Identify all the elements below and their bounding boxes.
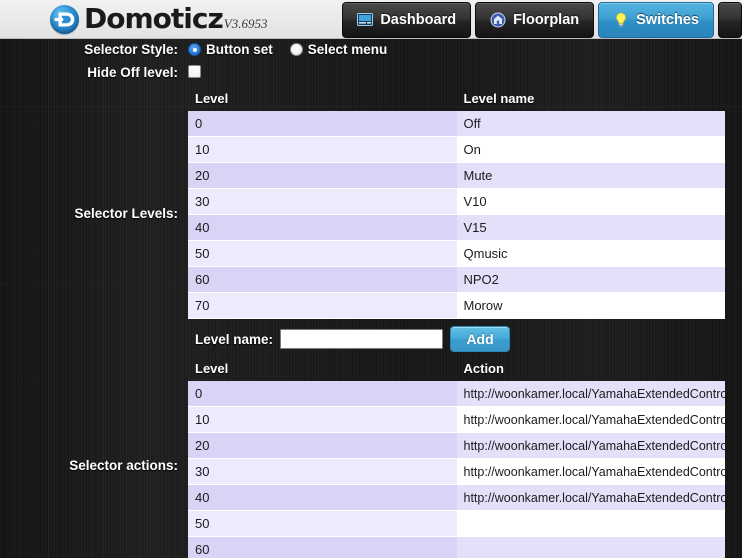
table-row[interactable]: 20 http://woonkamer.local/YamahaExtendedC… <box>188 432 725 459</box>
table-row[interactable]: 50 <box>188 510 725 537</box>
cell-level: 10 <box>188 406 457 433</box>
add-level-row: Level name: Add <box>188 319 742 358</box>
hide-off-level-checkbox[interactable] <box>188 65 201 78</box>
cell-action: http://woonkamer.local/YamahaExtendedCon… <box>456 432 725 459</box>
selector-actions-field: Level Action 0 http://woonkamer.local/Yam… <box>188 358 742 558</box>
table-header-row: Level Action <box>188 358 725 381</box>
table-row[interactable]: 10 http://woonkamer.local/YamahaExtendedC… <box>188 406 725 433</box>
brand-name: Domoticz <box>84 1 224 35</box>
table-row[interactable]: 0 http://woonkamer.local/YamahaExtendedCo… <box>188 381 725 407</box>
cell-level-name: On <box>456 136 725 163</box>
cell-level: 0 <box>188 111 457 137</box>
cell-action: http://woonkamer.local/YamahaExtendedCon… <box>456 381 725 407</box>
nav-button-overflow[interactable] <box>718 2 742 38</box>
cell-level: 10 <box>188 136 457 163</box>
radio-button-set[interactable] <box>188 43 201 56</box>
cell-level: 70 <box>188 292 457 319</box>
cell-level: 60 <box>188 266 457 293</box>
selector-style-field: Button set Select menu <box>188 42 742 57</box>
cell-level: 60 <box>188 536 457 558</box>
cell-level: 20 <box>188 162 457 189</box>
cell-action: http://woonkamer.local/YamahaExtendedCon… <box>456 406 725 433</box>
selector-style-row: Selector Style: Button set Select menu <box>0 42 742 57</box>
table-row[interactable]: 60 NPO2 <box>188 266 725 293</box>
table-row[interactable]: 30 V10 <box>188 188 725 215</box>
selector-actions-table: Level Action 0 http://woonkamer.local/Yam… <box>188 358 725 558</box>
selector-style-label: Selector Style: <box>84 42 178 57</box>
selector-levels-row: Selector Levels: Level Level name 0 Off 10… <box>0 88 742 358</box>
cell-level-name: Morow <box>456 292 725 319</box>
domoticz-logo-icon <box>50 4 79 34</box>
level-name-input[interactable] <box>280 329 444 349</box>
table-row[interactable]: 10 On <box>188 136 725 163</box>
add-level-button[interactable]: Add <box>450 326 511 352</box>
cell-level: 20 <box>188 432 457 459</box>
cell-level-name: V10 <box>456 188 725 215</box>
brand-version: V3.6953 <box>223 15 268 31</box>
table-row[interactable]: 20 Mute <box>188 162 725 189</box>
selector-style-radio-group: Button set Select menu <box>188 42 742 57</box>
top-bar: Domoticz V3.6953 Dashboard Floorplan Swi… <box>0 0 742 39</box>
selector-actions-label: Selector actions: <box>69 458 178 473</box>
selector-actions-row: Selector actions: Level Action 0 http://w… <box>0 358 742 558</box>
cell-level: 40 <box>188 214 457 241</box>
dashboard-icon <box>357 12 374 28</box>
cell-level-name: Off <box>456 111 725 137</box>
nav-button-label: Dashboard <box>380 12 457 28</box>
nav-button-label: Switches <box>636 12 699 28</box>
column-header-level: Level <box>195 361 229 376</box>
cell-level: 40 <box>188 484 457 511</box>
selector-levels-label: Selector Levels: <box>74 206 178 221</box>
selector-levels-table: Level Level name 0 Off 10 On 20 Mute 30 V10 40 V1… <box>188 88 725 319</box>
table-row[interactable]: 30 http://woonkamer.local/YamahaExtendedC… <box>188 458 725 485</box>
cell-action <box>456 510 725 537</box>
brand: Domoticz V3.6953 <box>50 1 268 35</box>
page-root: Domoticz V3.6953 Dashboard Floorplan Swi… <box>0 0 742 558</box>
cell-level: 0 <box>188 381 457 407</box>
cell-level-name: Qmusic <box>456 240 725 267</box>
table-row[interactable]: 40 http://woonkamer.local/YamahaExtendedC… <box>188 484 725 511</box>
table-body: 0 Off 10 On 20 Mute 30 V10 40 V15 50 Qmusic 60 NPO2 70… <box>188 111 725 319</box>
hide-off-level-label: Hide Off level: <box>87 65 178 80</box>
selector-levels-field: Level Level name 0 Off 10 On 20 Mute 30 V10 40 V1… <box>188 88 742 358</box>
add-level-caption: Level name: <box>195 331 274 347</box>
cell-level-name: V15 <box>456 214 725 241</box>
cell-level-name: NPO2 <box>456 266 725 293</box>
table-header-row: Level Level name <box>188 88 725 111</box>
table-head: Level Level name <box>188 88 725 111</box>
nav-button-label: Floorplan <box>513 12 580 28</box>
main-nav: Dashboard Floorplan Switches <box>342 2 742 38</box>
nav-button-dashboard[interactable]: Dashboard <box>342 2 472 38</box>
radio-button-set-label: Button set <box>206 42 273 57</box>
table-row[interactable]: 70 Morow <box>188 292 725 319</box>
radio-select-menu[interactable] <box>289 43 303 56</box>
table-row[interactable]: 60 <box>188 536 725 558</box>
table-head: Level Action <box>188 358 725 381</box>
hide-off-level-field <box>188 65 742 78</box>
nav-button-switches[interactable]: Switches <box>598 2 714 38</box>
nav-button-floorplan[interactable]: Floorplan <box>475 2 595 38</box>
cell-level: 30 <box>188 188 457 215</box>
cell-action <box>456 536 725 558</box>
cell-level-name: Mute <box>456 162 725 189</box>
cell-level: 50 <box>188 240 457 267</box>
table-row[interactable]: 40 V15 <box>188 214 725 241</box>
cell-level: 30 <box>188 458 457 485</box>
selector-settings-form: Selector Style: Button set Select menu H… <box>0 39 742 558</box>
cell-action: http://woonkamer.local/YamahaExtendedCon… <box>456 484 725 511</box>
column-header-level-name: Level name <box>463 91 535 106</box>
column-header-level: Level <box>195 91 229 106</box>
column-header-action: Action <box>463 361 504 376</box>
cell-action: http://woonkamer.local/YamahaExtendedCon… <box>456 458 725 485</box>
floorplan-icon <box>490 12 506 28</box>
radio-select-menu-label: Select menu <box>307 42 388 57</box>
table-body: 0 http://woonkamer.local/YamahaExtendedCo… <box>188 381 725 558</box>
cell-level: 50 <box>188 510 457 537</box>
table-row[interactable]: 0 Off <box>188 111 725 137</box>
lightbulb-icon <box>613 12 629 28</box>
hide-off-level-row: Hide Off level: <box>0 65 742 80</box>
table-row[interactable]: 50 Qmusic <box>188 240 725 267</box>
